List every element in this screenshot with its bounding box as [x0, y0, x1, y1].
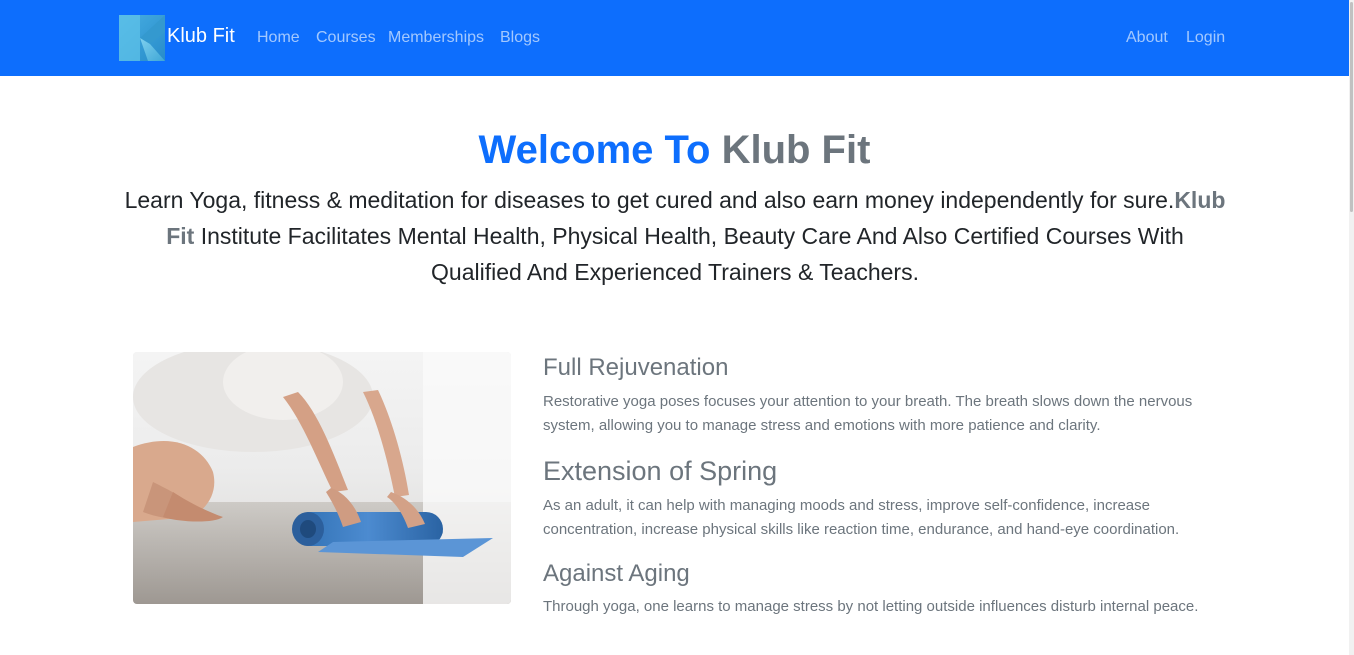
feature-text-spring: As an adult, it can help with managing m… [543, 497, 1180, 538]
yoga-mat-photo [133, 352, 511, 604]
page-title: Welcome To Klub Fit [0, 126, 1349, 174]
title-welcome: Welcome To [478, 128, 711, 172]
navbar: Klub Fit Home Courses Memberships Blogs … [0, 0, 1349, 76]
feature-title-rejuvenation: Full Rejuvenation [543, 354, 729, 381]
nav-link-courses[interactable]: Courses [316, 28, 376, 48]
nav-link-about[interactable]: About [1126, 28, 1168, 48]
title-brand: Klub Fit [721, 128, 871, 172]
feature-text-rejuvenation: Restorative yoga poses focuses your atte… [543, 393, 1193, 434]
nav-link-memberships[interactable]: Memberships [388, 28, 484, 48]
hero-description: Learn Yoga, fitness & meditation for dis… [124, 182, 1226, 290]
nav-link-login[interactable]: Login [1186, 28, 1225, 48]
page-scrollbar[interactable] [1349, 0, 1354, 655]
nav-link-blogs[interactable]: Blogs [500, 28, 540, 48]
brand-link[interactable]: Klub Fit [118, 14, 235, 62]
feature-title-spring: Extension of Spring [543, 456, 778, 486]
scrollbar-thumb[interactable] [1350, 2, 1353, 212]
lead-text-start: Learn Yoga, fitness & meditation for dis… [124, 187, 1175, 213]
feature-text-aging: Through yoga, one learns to manage stres… [543, 598, 1199, 615]
feature-title-aging: Against Aging [543, 560, 690, 587]
klub-fit-logo-icon [119, 15, 165, 61]
nav-link-home[interactable]: Home [257, 28, 300, 48]
brand-name: Klub Fit [167, 24, 235, 47]
lead-text-end: Institute Facilitates Mental Health, Phy… [194, 223, 1184, 285]
